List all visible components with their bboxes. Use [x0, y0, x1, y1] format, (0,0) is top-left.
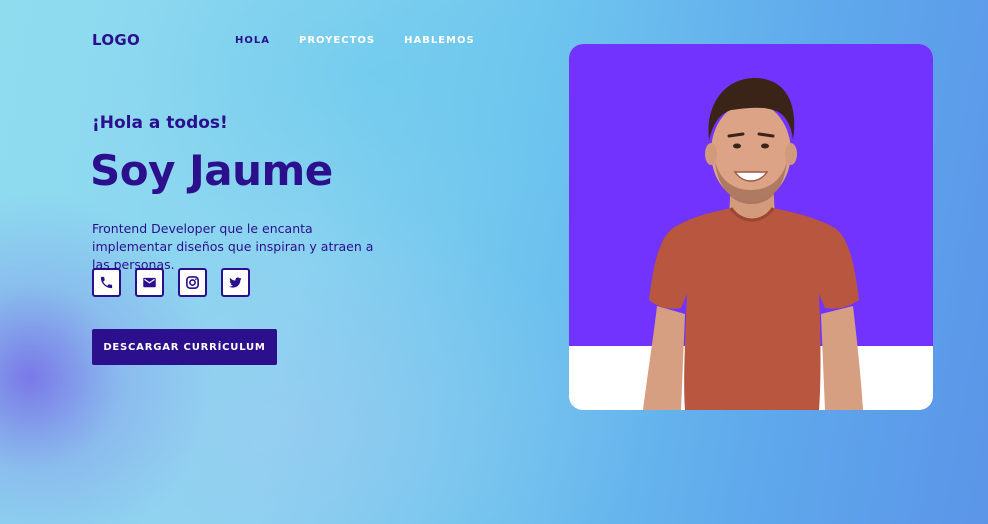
mail-button[interactable]	[135, 268, 164, 297]
mail-icon	[143, 277, 156, 288]
twitter-icon	[229, 277, 242, 288]
twitter-button[interactable]	[221, 268, 250, 297]
main-nav: HOLA PROYECTOS HABLEMOS	[235, 35, 504, 46]
hero-description: Frontend Developer que le encanta implem…	[92, 221, 374, 272]
instagram-icon	[186, 276, 199, 289]
instagram-button[interactable]	[178, 268, 207, 297]
logo[interactable]: LOGO	[92, 31, 140, 49]
profile-photo	[569, 44, 933, 410]
greeting: ¡Hola a todos!	[92, 113, 228, 133]
phone-icon	[100, 276, 113, 289]
page-title: Soy Jaume	[90, 146, 333, 195]
phone-button[interactable]	[92, 268, 121, 297]
download-cv-button[interactable]: DESCARGAR CURRÍCULUM	[92, 329, 277, 365]
nav-hablemos[interactable]: HABLEMOS	[404, 35, 475, 46]
nav-proyectos[interactable]: PROYECTOS	[299, 35, 375, 46]
nav-hola[interactable]: HOLA	[235, 35, 270, 46]
person-illustration	[569, 44, 933, 410]
social-links	[92, 268, 264, 297]
